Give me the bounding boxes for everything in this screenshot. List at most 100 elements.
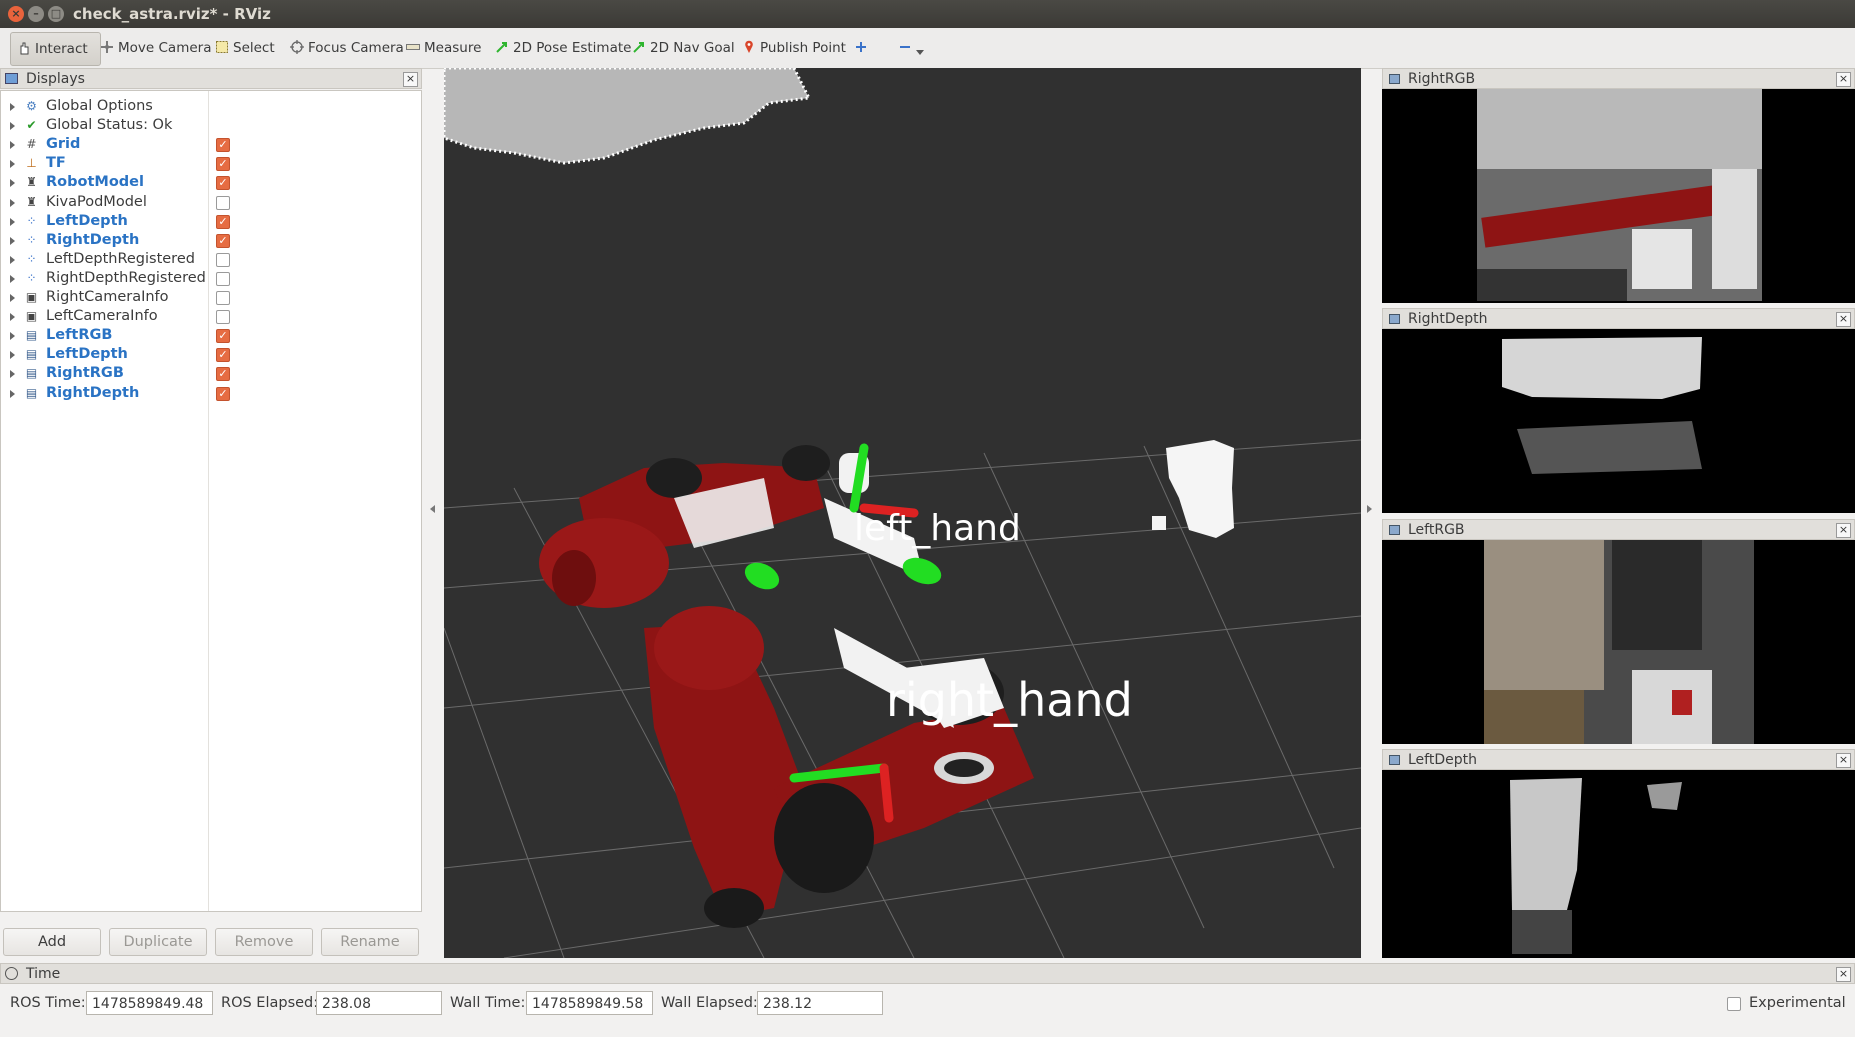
display-item-leftcamerainfo[interactable]: ▣ LeftCameraInfo (1, 307, 421, 326)
interact-tool-button[interactable]: Interact (10, 32, 101, 66)
expand-arrow-icon[interactable] (10, 103, 15, 111)
robot-icon: ♜ (26, 194, 37, 209)
display-item-rightcamerainfo[interactable]: ▣ RightCameraInfo (1, 288, 421, 307)
wall-time-field[interactable]: 1478589849.58 (526, 991, 653, 1015)
display-enable-checkbox[interactable]: ✓ (216, 233, 230, 248)
window-title: check_astra.rviz* - RViz (73, 5, 271, 23)
ros-time-field[interactable]: 1478589849.48 (86, 991, 213, 1015)
right-rgb-close-icon[interactable]: × (1836, 72, 1851, 87)
ros-elapsed-field[interactable]: 238.08 (316, 991, 442, 1015)
display-enable-checkbox[interactable] (216, 252, 230, 267)
expand-arrow-icon[interactable] (10, 141, 15, 150)
pose-estimate-tool-button[interactable]: 2D Pose Estimate (495, 36, 631, 60)
displays-panel: Displays × ⚙ Global Options ✔ Global Status… (0, 68, 422, 962)
time-panel-header: Time × (0, 963, 1855, 984)
measure-tool-button[interactable]: Measure (406, 36, 481, 60)
displays-tree[interactable]: ⚙ Global Options ✔ Global Status: Ok # Grid ✓ ⊥… (0, 90, 422, 912)
time-close-icon[interactable]: × (1836, 967, 1851, 982)
display-item-leftdepth[interactable]: ⁘ LeftDepth ✓ (1, 212, 421, 231)
display-item-leftdepth[interactable]: ▤ LeftDepth ✓ (1, 345, 421, 364)
rename-display-button[interactable]: Rename (321, 928, 419, 956)
select-tool-button[interactable]: Select (215, 36, 275, 60)
display-enable-checkbox[interactable]: ✓ (216, 367, 230, 382)
render-3d-view[interactable]: left_hand right_hand (444, 68, 1361, 958)
focus-camera-tool-label: Focus Camera (308, 40, 404, 56)
expand-arrow-icon[interactable] (10, 332, 15, 341)
experimental-checkbox[interactable] (1727, 997, 1741, 1011)
expand-arrow-icon[interactable] (10, 160, 15, 169)
display-item-global-status-ok[interactable]: ✔ Global Status: Ok (1, 116, 421, 135)
duplicate-display-button[interactable]: Duplicate (109, 928, 207, 956)
display-enable-checkbox[interactable]: ✓ (216, 348, 230, 363)
time-panel: Time × ROS Time: 1478589849.48 ROS Elaps… (0, 963, 1855, 1037)
expand-arrow-icon[interactable] (10, 122, 15, 131)
add-display-button[interactable]: Add (3, 928, 101, 956)
left-rgb-image (1382, 540, 1855, 744)
time-panel-title: Time (26, 966, 61, 982)
display-item-label: LeftDepth (46, 212, 128, 229)
nav-goal-tool-button[interactable]: 2D Nav Goal (632, 36, 735, 60)
expand-arrow-icon[interactable] (10, 217, 15, 226)
right-depth-close-icon[interactable]: × (1836, 312, 1851, 327)
display-enable-checkbox[interactable] (216, 271, 230, 286)
display-item-label: Grid (46, 136, 81, 153)
remove-tool-dropdown[interactable] (898, 36, 924, 60)
expand-arrow-icon[interactable] (10, 236, 15, 245)
plus-icon (856, 42, 866, 52)
window-minimize-button[interactable]: – (28, 6, 44, 22)
publish-point-tool-button[interactable]: Publish Point (742, 36, 846, 60)
expand-arrow-icon[interactable] (10, 313, 15, 322)
expand-arrow-icon[interactable] (10, 294, 15, 302)
display-item-global-options[interactable]: ⚙ Global Options (1, 97, 421, 116)
left-rgb-panel: LeftRGB × (1382, 519, 1855, 744)
display-enable-checkbox[interactable]: ✓ (216, 214, 230, 229)
display-enable-checkbox[interactable]: ✓ (216, 157, 230, 172)
expand-arrow-icon[interactable] (10, 179, 15, 188)
display-item-rightrgb[interactable]: ▤ RightRGB ✓ (1, 364, 421, 383)
display-enable-checkbox[interactable] (216, 291, 230, 305)
left-depth-close-icon[interactable]: × (1836, 753, 1851, 768)
display-item-rightdepth[interactable]: ▤ RightDepth ✓ (1, 384, 421, 403)
expand-arrow-icon[interactable] (10, 370, 15, 379)
display-item-robotmodel[interactable]: ♜ RobotModel ✓ (1, 173, 421, 192)
display-item-grid[interactable]: # Grid ✓ (1, 135, 421, 154)
right-splitter-handle[interactable] (1367, 505, 1372, 513)
display-enable-checkbox[interactable] (216, 310, 230, 325)
image-icon (1389, 314, 1400, 324)
remove-display-button[interactable]: Remove (215, 928, 313, 956)
display-enable-checkbox[interactable]: ✓ (216, 386, 230, 401)
display-item-leftrgb[interactable]: ▤ LeftRGB ✓ (1, 326, 421, 345)
focus-camera-tool-button[interactable]: Focus Camera (290, 36, 404, 60)
left-splitter-handle[interactable] (430, 505, 435, 513)
expand-arrow-icon[interactable] (10, 255, 15, 264)
display-enable-checkbox[interactable]: ✓ (216, 329, 230, 344)
select-tool-label: Select (233, 40, 275, 56)
move-camera-tool-label: Move Camera (118, 40, 212, 56)
expand-arrow-icon[interactable] (10, 274, 15, 283)
display-item-kivapodmodel[interactable]: ♜ KivaPodModel (1, 193, 421, 212)
add-tool-button[interactable] (854, 36, 872, 60)
expand-arrow-icon[interactable] (10, 198, 15, 207)
toolbar: Interact Move Camera Select Focus Camera… (0, 28, 1855, 69)
expand-arrow-icon[interactable] (10, 389, 15, 398)
display-item-rightdepth[interactable]: ⁘ RightDepth ✓ (1, 231, 421, 250)
display-item-leftdepthregistered[interactable]: ⁘ LeftDepthRegistered (1, 250, 421, 269)
move-camera-tool-button[interactable]: Move Camera (100, 36, 211, 60)
display-item-label: RightDepth (46, 231, 140, 248)
display-item-tf[interactable]: ⊥ TF ✓ (1, 154, 421, 173)
expand-arrow-icon[interactable] (10, 351, 15, 360)
wall-elapsed-field[interactable]: 238.12 (757, 991, 883, 1015)
left-rgb-close-icon[interactable]: × (1836, 523, 1851, 538)
display-item-label: LeftDepthRegistered (46, 250, 195, 267)
right-rgb-panel-header: RightRGB × (1382, 68, 1855, 89)
window-maximize-button[interactable]: □ (48, 6, 64, 22)
display-enable-checkbox[interactable]: ✓ (216, 138, 230, 153)
pose-estimate-tool-label: 2D Pose Estimate (513, 40, 632, 56)
display-enable-checkbox[interactable] (216, 195, 230, 210)
right-depth-panel-title: RightDepth (1408, 311, 1488, 327)
display-item-rightdepthregistered[interactable]: ⁘ RightDepthRegistered (1, 269, 421, 288)
display-enable-checkbox[interactable]: ✓ (216, 176, 230, 191)
display-item-label: RightDepthRegistered (46, 269, 206, 286)
window-close-button[interactable]: × (8, 6, 24, 22)
displays-close-icon[interactable]: × (403, 72, 418, 87)
